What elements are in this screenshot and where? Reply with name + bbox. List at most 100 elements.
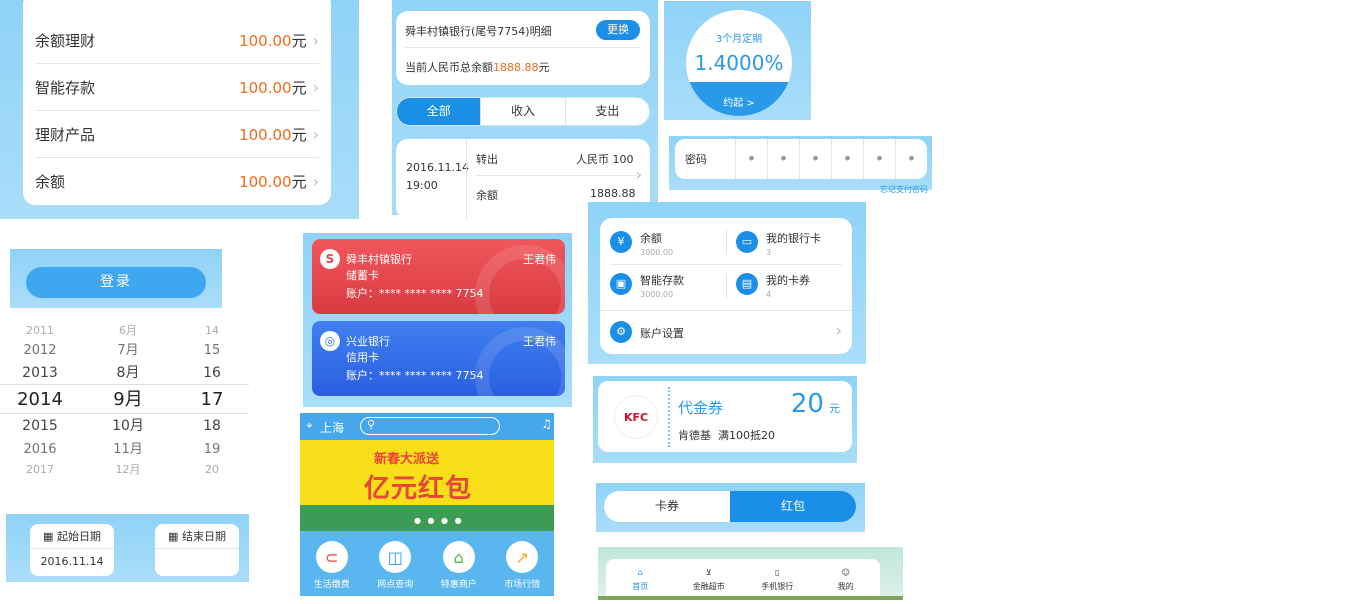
bank-name: 舜丰村镇银行 <box>346 253 412 266</box>
menu-item-label: 我的银行卡 <box>766 232 821 245</box>
picker-option: 15 <box>203 343 221 358</box>
login-panel: 登录 <box>10 249 222 308</box>
menu-item-coupons[interactable]: ▤ 我的卡券 4 <box>736 272 810 299</box>
end-date-field[interactable]: ▦ 结束日期 <box>155 524 239 576</box>
picker-day-column[interactable]: 14 15 16 17 18 19 20 <box>172 322 252 478</box>
end-date-label: 结束日期 <box>181 530 226 543</box>
record-balance-label: 余额 <box>476 189 498 202</box>
password-field[interactable]: 密码 • • • • • • <box>675 139 927 179</box>
menu-item-settings[interactable]: ⚙ 账户设置 › <box>610 320 842 343</box>
search-input[interactable]: ⚲ <box>360 417 500 435</box>
card-icon: ▭ <box>736 231 758 253</box>
banner-line2: 亿元红包 <box>364 474 473 504</box>
menu-item-balance[interactable]: ¥ 余额 3000.00 <box>610 230 673 257</box>
picker-option-selected: 2014 <box>17 389 63 410</box>
tab-red-packets[interactable]: 红包 <box>730 491 856 522</box>
forgot-password-link[interactable]: 忘记支付密码 <box>880 184 928 194</box>
coupon-tabs: 卡券 红包 <box>604 491 856 522</box>
location-pin-icon[interactable]: ⌖ <box>306 418 313 433</box>
shortcut-label: 网点查询 <box>377 580 414 590</box>
menu-item-label: 账户设置 <box>640 327 684 340</box>
tab-label: 我的 <box>837 582 854 591</box>
picker-option: 19 <box>203 442 221 457</box>
statement-panel: 舜丰村镇银行(尾号7754)明细 更换 当前人民币总余额1888.88元 全部 … <box>392 0 658 219</box>
picker-option-selected: 17 <box>200 389 224 410</box>
bell-icon[interactable]: ♫ <box>541 417 552 431</box>
bank-card[interactable]: ◎ 兴业银行 信用卡 王君伟 账户：**** **** **** 7754 <box>312 321 565 396</box>
statement-header-card: 舜丰村镇银行(尾号7754)明细 更换 当前人民币总余额1888.88元 <box>396 11 650 85</box>
tab-expense[interactable]: 支出 <box>564 98 649 125</box>
shortcut-merchant[interactable]: ⌂ 特惠商户 <box>427 531 491 596</box>
calendar-icon: ▦ <box>168 530 179 543</box>
menu-item-sub: 3000.00 <box>640 290 674 299</box>
tab-home[interactable]: ⌂ 首页 <box>606 559 675 596</box>
menu-item-sub: 3 <box>766 248 772 257</box>
tab-mobile-bank[interactable]: ▯ 手机银行 <box>743 559 812 596</box>
coupon-value: 20 <box>790 389 824 419</box>
coupon-card[interactable]: KFC 代金券 肯德基 满100抵20 20 元 <box>598 381 852 452</box>
coupon-condition: 满100抵20 <box>718 429 775 442</box>
carousel-dots[interactable]: ● ● ● ● <box>414 516 464 525</box>
coupon-icon: ▤ <box>736 273 758 295</box>
chevron-right-icon: › <box>312 124 319 144</box>
divider <box>405 47 641 48</box>
picker-month-column[interactable]: 6月 7月 8月 9月 10月 11月 12月 <box>88 322 168 478</box>
chevron-right-icon: › <box>635 165 642 184</box>
menu-item-bank-cards[interactable]: ▭ 我的银行卡 3 <box>736 230 821 257</box>
picker-option: 12月 <box>115 463 141 476</box>
list-item-balance[interactable]: 余额 100.00元 › <box>35 158 319 205</box>
bill-icon: ⊂ <box>325 547 339 567</box>
record-balance-value: 1888.88 <box>590 187 636 200</box>
rate-circle[interactable]: 3个月定期 1.4000% 约起 > <box>686 10 792 116</box>
tab-all[interactable]: 全部 <box>397 98 481 125</box>
shortcut-label: 特惠商户 <box>440 580 477 590</box>
statement-title: 舜丰村镇银行(尾号7754)明细 <box>405 25 552 38</box>
tab-me[interactable]: ☺ 我的 <box>812 559 881 596</box>
shortcut-bill[interactable]: ⊂ 生活缴费 <box>300 531 364 596</box>
promo-banner[interactable]: 新春大派送 亿元红包 ● ● ● ● <box>300 440 554 531</box>
coupon-merchant: 肯德基 <box>678 429 711 442</box>
deposit-action[interactable]: 约起 > <box>686 94 792 109</box>
shortcut-market[interactable]: ↗ 市场行情 <box>491 531 555 596</box>
home-top-bar: ⌖ 上海 ⚲ ♫ <box>300 413 554 440</box>
tab-income[interactable]: 收入 <box>480 98 565 125</box>
kfc-logo-icon: KFC <box>614 395 658 439</box>
start-date-field[interactable]: ▦ 起始日期 2016.11.14 <box>30 524 114 576</box>
cart-icon: ⊻ <box>705 567 712 577</box>
bank-card[interactable]: S 舜丰村镇银行 储蓄卡 王君伟 账户：**** **** **** 7754 <box>312 239 565 314</box>
picker-year-column[interactable]: 2011 2012 2013 2014 2015 2016 2017 <box>0 322 80 478</box>
bottom-tab-bar: ⌂ 首页 ⊻ 金融超市 ▯ 手机银行 ☺ 我的 <box>606 559 880 596</box>
wealth-list-panel: 余额理财 100.00元 › 智能存款 100.00元 › 理财产品 100.0… <box>0 0 359 219</box>
tab-coupons[interactable]: 卡券 <box>604 491 730 522</box>
tab-label: 金融超市 <box>692 582 725 591</box>
chevron-right-icon: › <box>312 77 319 97</box>
amount-value: 100.00 <box>239 173 292 191</box>
picker-option: 18 <box>203 418 221 434</box>
password-dot: • <box>831 139 863 179</box>
start-date-value: 2016.11.14 <box>40 555 104 568</box>
menu-item-smart-deposit[interactable]: ▣ 智能存款 3000.00 <box>610 272 684 299</box>
menu-item-label: 余额 <box>640 232 662 245</box>
card-type: 储蓄卡 <box>346 269 379 282</box>
city-label[interactable]: 上海 <box>320 419 344 436</box>
list-item-wealth-products[interactable]: 理财产品 100.00元 › <box>35 111 319 158</box>
coupon-unit: 元 <box>829 402 840 415</box>
change-account-button[interactable]: 更换 <box>596 20 640 40</box>
shortcut-branch[interactable]: ◫ 网点查询 <box>364 531 428 596</box>
tab-finance-market[interactable]: ⊻ 金融超市 <box>675 559 744 596</box>
divider <box>726 274 727 298</box>
deposit-term: 3个月定期 <box>715 34 763 45</box>
login-button[interactable]: 登录 <box>26 267 206 298</box>
coupon-tabs-panel: 卡券 红包 <box>596 483 865 532</box>
balance-unit: 元 <box>538 61 550 74</box>
divider <box>610 264 842 265</box>
amount-unit: 元 <box>291 31 307 50</box>
wave-decoration: 约起 > <box>686 82 792 116</box>
password-dot: • <box>863 139 895 179</box>
chart-icon: ↗ <box>515 547 529 567</box>
gear-icon: ⚙ <box>610 321 632 343</box>
list-item-smart-deposit[interactable]: 智能存款 100.00元 › <box>35 64 319 111</box>
tab-label: 首页 <box>632 582 649 591</box>
list-item-balance-wealth[interactable]: 余额理财 100.00元 › <box>35 17 319 64</box>
picker-option: 2013 <box>22 365 58 381</box>
